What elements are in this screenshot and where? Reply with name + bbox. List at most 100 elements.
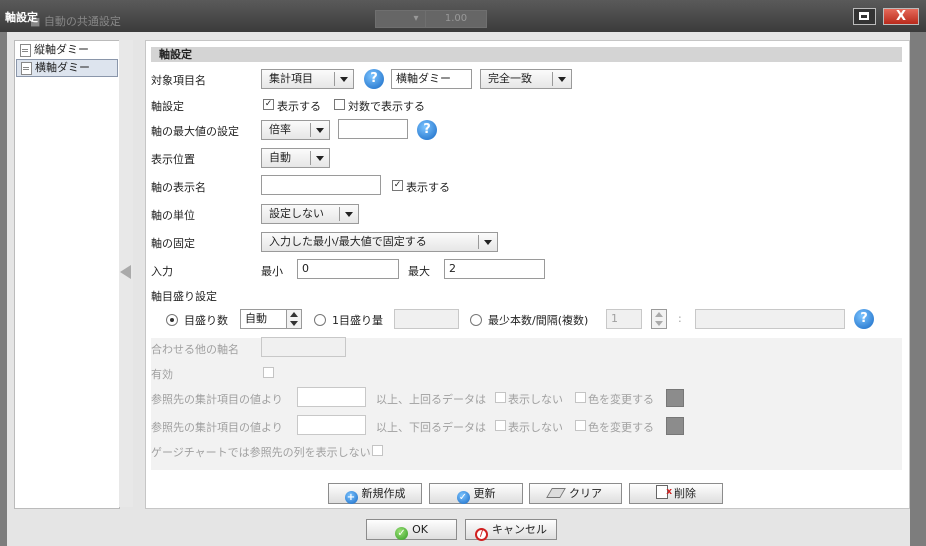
- tick-setting-label: 軸目盛り設定: [151, 290, 217, 303]
- log-scale-label: 対数で表示する: [348, 100, 425, 113]
- background-window-value: 1.00: [425, 10, 487, 28]
- max-ratio-input[interactable]: [338, 119, 408, 139]
- fix-value: 入力した最小/最大値で固定する: [269, 235, 427, 248]
- tree-item-vertical-axis[interactable]: 縦軸ダミー: [16, 42, 118, 58]
- update-button[interactable]: ✓ 更新: [429, 483, 523, 504]
- position-select[interactable]: 自動: [261, 148, 330, 168]
- tick-min-spinner[interactable]: [651, 309, 667, 329]
- below-color-checkbox[interactable]: [575, 420, 586, 431]
- help-icon[interactable]: ?: [364, 69, 384, 89]
- ref-below-input[interactable]: [297, 415, 366, 435]
- max-setting-label: 軸の最大値の設定: [151, 125, 239, 138]
- panel-splitter[interactable]: [119, 40, 133, 507]
- axis-setting-label: 軸設定: [151, 100, 184, 113]
- tick-count-input[interactable]: 自動: [240, 309, 287, 329]
- unit-value: 設定しない: [269, 207, 324, 220]
- check-icon: ✓: [456, 491, 470, 504]
- section-header: 軸設定: [151, 47, 902, 62]
- window-title: 軸設定: [5, 11, 38, 24]
- display-name-label: 軸の表示名: [151, 181, 206, 194]
- display-name-show-checkbox[interactable]: ✓: [392, 180, 403, 191]
- above-hide-checkbox[interactable]: [495, 392, 506, 403]
- max-input[interactable]: 2: [444, 259, 545, 279]
- target-type-value: 集計項目: [269, 72, 313, 85]
- ok-button-label: OK: [412, 523, 428, 536]
- display-name-show-label: 表示する: [406, 181, 450, 194]
- eraser-icon: [546, 488, 566, 498]
- delete-button[interactable]: 削除: [629, 483, 723, 504]
- above-hide-label: 表示しない: [508, 393, 563, 406]
- tick-count-radio[interactable]: [166, 314, 178, 326]
- position-label: 表示位置: [151, 153, 195, 166]
- document-icon: [21, 62, 32, 75]
- tick-min-input[interactable]: 1: [606, 309, 642, 329]
- title-bar: ■ 自動の共通設定 ▾ 1.00 軸設定 X: [0, 0, 926, 32]
- above-color-swatch[interactable]: [666, 389, 684, 407]
- ok-button[interactable]: ✓ OK: [366, 519, 457, 540]
- tree-item-label: 横軸ダミー: [35, 61, 90, 74]
- plus-icon: +: [344, 491, 358, 504]
- tick-amount-input[interactable]: [394, 309, 459, 329]
- delete-document-icon: [656, 483, 672, 502]
- separator-colon: :: [678, 312, 682, 325]
- unit-label: 軸の単位: [151, 209, 195, 222]
- background-window-text: ■ 自動の共通設定: [30, 15, 121, 28]
- tick-min-label: 最少本数/間隔(複数): [488, 314, 589, 327]
- chevron-down-icon: [334, 72, 353, 86]
- axis-tree: 縦軸ダミー 横軸ダミー: [14, 40, 120, 509]
- min-label: 最小: [261, 265, 283, 278]
- match-type-select[interactable]: 完全一致: [480, 69, 572, 89]
- below-color-label: 色を変更する: [588, 421, 654, 434]
- help-icon[interactable]: ?: [417, 120, 437, 140]
- enabled-checkbox[interactable]: [263, 367, 274, 378]
- clear-button-label: クリア: [569, 487, 602, 500]
- gauge-checkbox[interactable]: [372, 445, 383, 456]
- target-name-input[interactable]: 横軸ダミー: [391, 69, 472, 89]
- target-type-select[interactable]: 集計項目: [261, 69, 354, 89]
- maximize-button[interactable]: [853, 8, 876, 25]
- unit-select[interactable]: 設定しない: [261, 204, 359, 224]
- show-axis-label: 表示する: [277, 100, 321, 113]
- tick-count-label: 目盛り数: [184, 314, 228, 327]
- above-color-label: 色を変更する: [588, 393, 654, 406]
- clear-button[interactable]: クリア: [529, 483, 622, 504]
- above-color-checkbox[interactable]: [575, 392, 586, 403]
- chevron-down-icon: [478, 235, 497, 249]
- min-input[interactable]: 0: [297, 259, 399, 279]
- merge-axis-input[interactable]: [261, 337, 346, 357]
- max-mode-select[interactable]: 倍率: [261, 120, 330, 140]
- fix-select[interactable]: 入力した最小/最大値で固定する: [261, 232, 498, 252]
- settings-panel: 軸設定 対象項目名 集計項目 ? 横軸ダミー 完全一致 軸設定 ✓ 表示する 対…: [145, 40, 910, 509]
- below-hide-label: 表示しない: [508, 421, 563, 434]
- close-button[interactable]: X: [883, 8, 919, 25]
- tick-amount-label: 1目盛り量: [332, 314, 383, 327]
- tick-amount-radio[interactable]: [314, 314, 326, 326]
- tick-interval-input[interactable]: [695, 309, 845, 329]
- show-axis-checkbox[interactable]: ✓: [263, 99, 274, 110]
- gauge-label: ゲージチャートでは参照先の列を表示しない: [151, 446, 371, 459]
- tree-item-label: 縦軸ダミー: [34, 43, 89, 56]
- help-icon[interactable]: ?: [854, 309, 874, 329]
- chevron-down-icon: [310, 151, 329, 165]
- new-button[interactable]: + 新規作成: [328, 483, 422, 504]
- position-value: 自動: [269, 151, 291, 164]
- below-color-swatch[interactable]: [666, 417, 684, 435]
- chevron-down-icon: [339, 207, 358, 221]
- tick-count-spinner[interactable]: [286, 309, 302, 329]
- tree-item-horizontal-axis[interactable]: 横軸ダミー: [16, 59, 118, 77]
- ref-above-input[interactable]: [297, 387, 366, 407]
- tick-min-radio[interactable]: [470, 314, 482, 326]
- input-label: 入力: [151, 265, 173, 278]
- log-scale-checkbox[interactable]: [334, 99, 345, 110]
- display-name-input[interactable]: [261, 175, 381, 195]
- enabled-label: 有効: [151, 368, 173, 381]
- max-mode-value: 倍率: [269, 123, 291, 136]
- match-type-value: 完全一致: [488, 72, 532, 85]
- below-hide-checkbox[interactable]: [495, 420, 506, 431]
- cancel-button-label: キャンセル: [492, 523, 547, 536]
- document-icon: [20, 44, 31, 57]
- check-icon: ✓: [395, 527, 409, 540]
- cancel-button[interactable]: / キャンセル: [465, 519, 557, 541]
- collapse-left-arrow-icon[interactable]: [120, 265, 131, 279]
- update-button-label: 更新: [473, 487, 496, 500]
